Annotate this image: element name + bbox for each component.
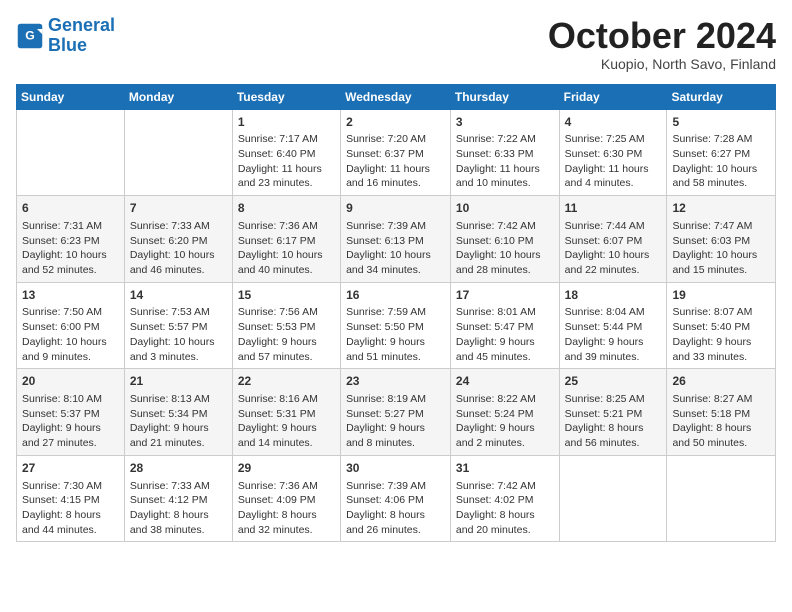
calendar-cell: [17, 109, 125, 196]
calendar-cell: 31Sunrise: 7:42 AMSunset: 4:02 PMDayligh…: [450, 455, 559, 542]
day-number: 9: [346, 200, 445, 217]
svg-text:G: G: [25, 28, 35, 42]
col-header-sunday: Sunday: [17, 84, 125, 109]
calendar-cell: 21Sunrise: 8:13 AMSunset: 5:34 PMDayligh…: [124, 369, 232, 456]
day-number: 18: [565, 287, 662, 304]
day-number: 12: [672, 200, 770, 217]
calendar-cell: 10Sunrise: 7:42 AMSunset: 6:10 PMDayligh…: [450, 196, 559, 283]
day-number: 29: [238, 460, 335, 477]
calendar-cell: 15Sunrise: 7:56 AMSunset: 5:53 PMDayligh…: [232, 282, 340, 369]
page-header: G General Blue October 2024 Kuopio, Nort…: [16, 16, 776, 72]
calendar-cell: 24Sunrise: 8:22 AMSunset: 5:24 PMDayligh…: [450, 369, 559, 456]
calendar-table: SundayMondayTuesdayWednesdayThursdayFrid…: [16, 84, 776, 543]
day-number: 22: [238, 373, 335, 390]
title-block: October 2024 Kuopio, North Savo, Finland: [548, 16, 776, 72]
day-number: 2: [346, 114, 445, 131]
calendar-cell: 5Sunrise: 7:28 AMSunset: 6:27 PMDaylight…: [667, 109, 776, 196]
logo-icon: G: [16, 22, 44, 50]
day-number: 1: [238, 114, 335, 131]
day-number: 26: [672, 373, 770, 390]
calendar-cell: 11Sunrise: 7:44 AMSunset: 6:07 PMDayligh…: [559, 196, 667, 283]
calendar-cell: [559, 455, 667, 542]
col-header-saturday: Saturday: [667, 84, 776, 109]
calendar-cell: 12Sunrise: 7:47 AMSunset: 6:03 PMDayligh…: [667, 196, 776, 283]
day-number: 24: [456, 373, 554, 390]
day-number: 17: [456, 287, 554, 304]
day-number: 28: [130, 460, 227, 477]
calendar-cell: 29Sunrise: 7:36 AMSunset: 4:09 PMDayligh…: [232, 455, 340, 542]
day-number: 13: [22, 287, 119, 304]
day-number: 6: [22, 200, 119, 217]
col-header-tuesday: Tuesday: [232, 84, 340, 109]
calendar-cell: 25Sunrise: 8:25 AMSunset: 5:21 PMDayligh…: [559, 369, 667, 456]
day-number: 4: [565, 114, 662, 131]
day-number: 11: [565, 200, 662, 217]
calendar-cell: 4Sunrise: 7:25 AMSunset: 6:30 PMDaylight…: [559, 109, 667, 196]
calendar-cell: 19Sunrise: 8:07 AMSunset: 5:40 PMDayligh…: [667, 282, 776, 369]
day-number: 14: [130, 287, 227, 304]
calendar-cell: 23Sunrise: 8:19 AMSunset: 5:27 PMDayligh…: [341, 369, 451, 456]
calendar-cell: 27Sunrise: 7:30 AMSunset: 4:15 PMDayligh…: [17, 455, 125, 542]
calendar-cell: [124, 109, 232, 196]
day-number: 8: [238, 200, 335, 217]
calendar-cell: 17Sunrise: 8:01 AMSunset: 5:47 PMDayligh…: [450, 282, 559, 369]
day-number: 7: [130, 200, 227, 217]
logo-text: General Blue: [48, 16, 115, 56]
day-number: 25: [565, 373, 662, 390]
col-header-thursday: Thursday: [450, 84, 559, 109]
day-number: 30: [346, 460, 445, 477]
calendar-cell: 22Sunrise: 8:16 AMSunset: 5:31 PMDayligh…: [232, 369, 340, 456]
calendar-cell: 14Sunrise: 7:53 AMSunset: 5:57 PMDayligh…: [124, 282, 232, 369]
calendar-cell: 30Sunrise: 7:39 AMSunset: 4:06 PMDayligh…: [341, 455, 451, 542]
day-number: 21: [130, 373, 227, 390]
day-number: 3: [456, 114, 554, 131]
calendar-subtitle: Kuopio, North Savo, Finland: [548, 56, 776, 72]
calendar-cell: [667, 455, 776, 542]
calendar-title: October 2024: [548, 16, 776, 56]
day-number: 15: [238, 287, 335, 304]
calendar-cell: 7Sunrise: 7:33 AMSunset: 6:20 PMDaylight…: [124, 196, 232, 283]
day-number: 5: [672, 114, 770, 131]
calendar-cell: 2Sunrise: 7:20 AMSunset: 6:37 PMDaylight…: [341, 109, 451, 196]
calendar-cell: 13Sunrise: 7:50 AMSunset: 6:00 PMDayligh…: [17, 282, 125, 369]
day-number: 20: [22, 373, 119, 390]
calendar-cell: 20Sunrise: 8:10 AMSunset: 5:37 PMDayligh…: [17, 369, 125, 456]
day-number: 16: [346, 287, 445, 304]
day-number: 31: [456, 460, 554, 477]
calendar-cell: 26Sunrise: 8:27 AMSunset: 5:18 PMDayligh…: [667, 369, 776, 456]
col-header-wednesday: Wednesday: [341, 84, 451, 109]
calendar-cell: 3Sunrise: 7:22 AMSunset: 6:33 PMDaylight…: [450, 109, 559, 196]
day-number: 10: [456, 200, 554, 217]
calendar-cell: 8Sunrise: 7:36 AMSunset: 6:17 PMDaylight…: [232, 196, 340, 283]
col-header-monday: Monday: [124, 84, 232, 109]
calendar-cell: 18Sunrise: 8:04 AMSunset: 5:44 PMDayligh…: [559, 282, 667, 369]
day-number: 19: [672, 287, 770, 304]
calendar-cell: 1Sunrise: 7:17 AMSunset: 6:40 PMDaylight…: [232, 109, 340, 196]
col-header-friday: Friday: [559, 84, 667, 109]
day-number: 23: [346, 373, 445, 390]
calendar-cell: 16Sunrise: 7:59 AMSunset: 5:50 PMDayligh…: [341, 282, 451, 369]
logo: G General Blue: [16, 16, 115, 56]
day-number: 27: [22, 460, 119, 477]
calendar-cell: 6Sunrise: 7:31 AMSunset: 6:23 PMDaylight…: [17, 196, 125, 283]
calendar-cell: 9Sunrise: 7:39 AMSunset: 6:13 PMDaylight…: [341, 196, 451, 283]
calendar-cell: 28Sunrise: 7:33 AMSunset: 4:12 PMDayligh…: [124, 455, 232, 542]
